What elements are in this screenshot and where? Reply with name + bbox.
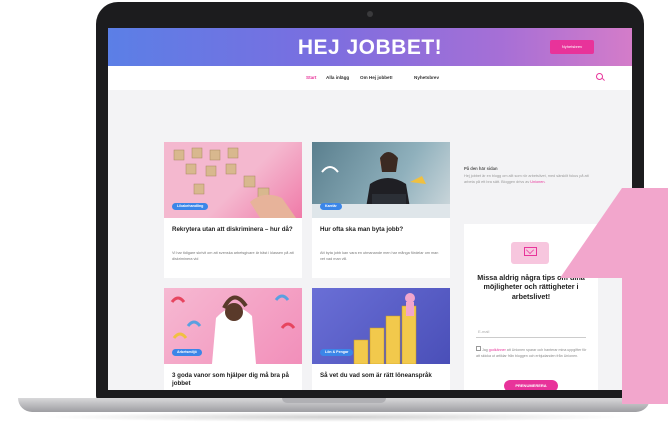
- post-title[interactable]: Rekrytera utan att diskriminera – hur då…: [172, 226, 294, 234]
- newsletter-button[interactable]: Nyhetsbrev: [550, 40, 594, 54]
- post-card[interactable]: Arbetsmiljö 3 goda vanor som hjälper dig…: [164, 288, 302, 390]
- browser-screen: HEJ JOBBET! Nyhetsbrev Start Alla inlägg…: [108, 28, 632, 390]
- post-card[interactable]: Lön & Pengar Så vet du vad som är rätt l…: [312, 288, 450, 390]
- consent-link[interactable]: godkänner: [489, 348, 506, 352]
- sidebar-body: Hej jobbet är en blogg om allt som rör a…: [464, 174, 589, 184]
- main-nav: Start Alla inlägg Om Hej jobbet! Nyhetsb…: [108, 66, 632, 90]
- sidebar-text: Hej jobbet är en blogg om allt som rör a…: [464, 174, 594, 186]
- mail-icon-badge: [511, 242, 549, 264]
- category-badge[interactable]: Likabehandling: [172, 203, 209, 210]
- nav-item-start[interactable]: Start: [306, 75, 316, 80]
- nav-item-alla-inlagg[interactable]: Alla inlägg: [326, 75, 349, 80]
- post-image: Arbetsmiljö: [164, 288, 302, 364]
- camera-icon: [367, 11, 373, 17]
- nav-item-nyhetsbrev[interactable]: Nyhetsbrev: [414, 75, 439, 80]
- post-card[interactable]: Karriär Hur ofta ska man byta jobb? Att …: [312, 142, 450, 278]
- nav-item-om[interactable]: Om Hej jobbet!: [360, 75, 393, 80]
- category-badge[interactable]: Arbetsmiljö: [172, 349, 202, 356]
- consent-text: Jag godkänner att Unionen sparar och han…: [476, 346, 588, 360]
- search-icon[interactable]: [596, 73, 603, 80]
- post-image: Lön & Pengar: [312, 288, 450, 364]
- post-title[interactable]: Hur ofta ska man byta jobb?: [320, 226, 442, 234]
- consent-checkbox[interactable]: [476, 346, 481, 351]
- post-excerpt: Vi har tidigare skrivit om att svenska a…: [172, 251, 294, 261]
- laptop-shadow: [40, 412, 630, 422]
- main-content: Likabehandling Rekrytera utan att diskri…: [108, 90, 632, 390]
- post-title[interactable]: Så vet du vad som är rätt löneanspråk: [320, 372, 442, 380]
- consent-prefix: Jag: [482, 348, 488, 352]
- pink-decor-block: [622, 188, 668, 404]
- pink-decor-triangle: [560, 188, 622, 278]
- post-image: Likabehandling: [164, 142, 302, 218]
- post-card[interactable]: Likabehandling Rekrytera utan att diskri…: [164, 142, 302, 278]
- email-placeholder: E-mail: [478, 329, 490, 334]
- site-header: HEJ JOBBET! Nyhetsbrev: [108, 28, 632, 66]
- envelope-icon: [524, 247, 537, 256]
- subscribe-button[interactable]: PRENUMERERA: [504, 380, 558, 390]
- post-excerpt: Att byta jobb kan vara en utmanande men …: [320, 251, 439, 261]
- category-badge[interactable]: Lön & Pengar: [320, 349, 354, 356]
- laptop-notch: [282, 398, 386, 403]
- sidebar-heading: På den här sidan: [464, 166, 498, 171]
- post-title[interactable]: 3 goda vanor som hjälper dig må bra på j…: [172, 372, 294, 389]
- sidebar-link[interactable]: Unionen.: [530, 180, 545, 184]
- post-image: Karriär: [312, 142, 450, 218]
- email-field[interactable]: E-mail: [476, 323, 586, 338]
- category-badge[interactable]: Karriär: [320, 203, 342, 210]
